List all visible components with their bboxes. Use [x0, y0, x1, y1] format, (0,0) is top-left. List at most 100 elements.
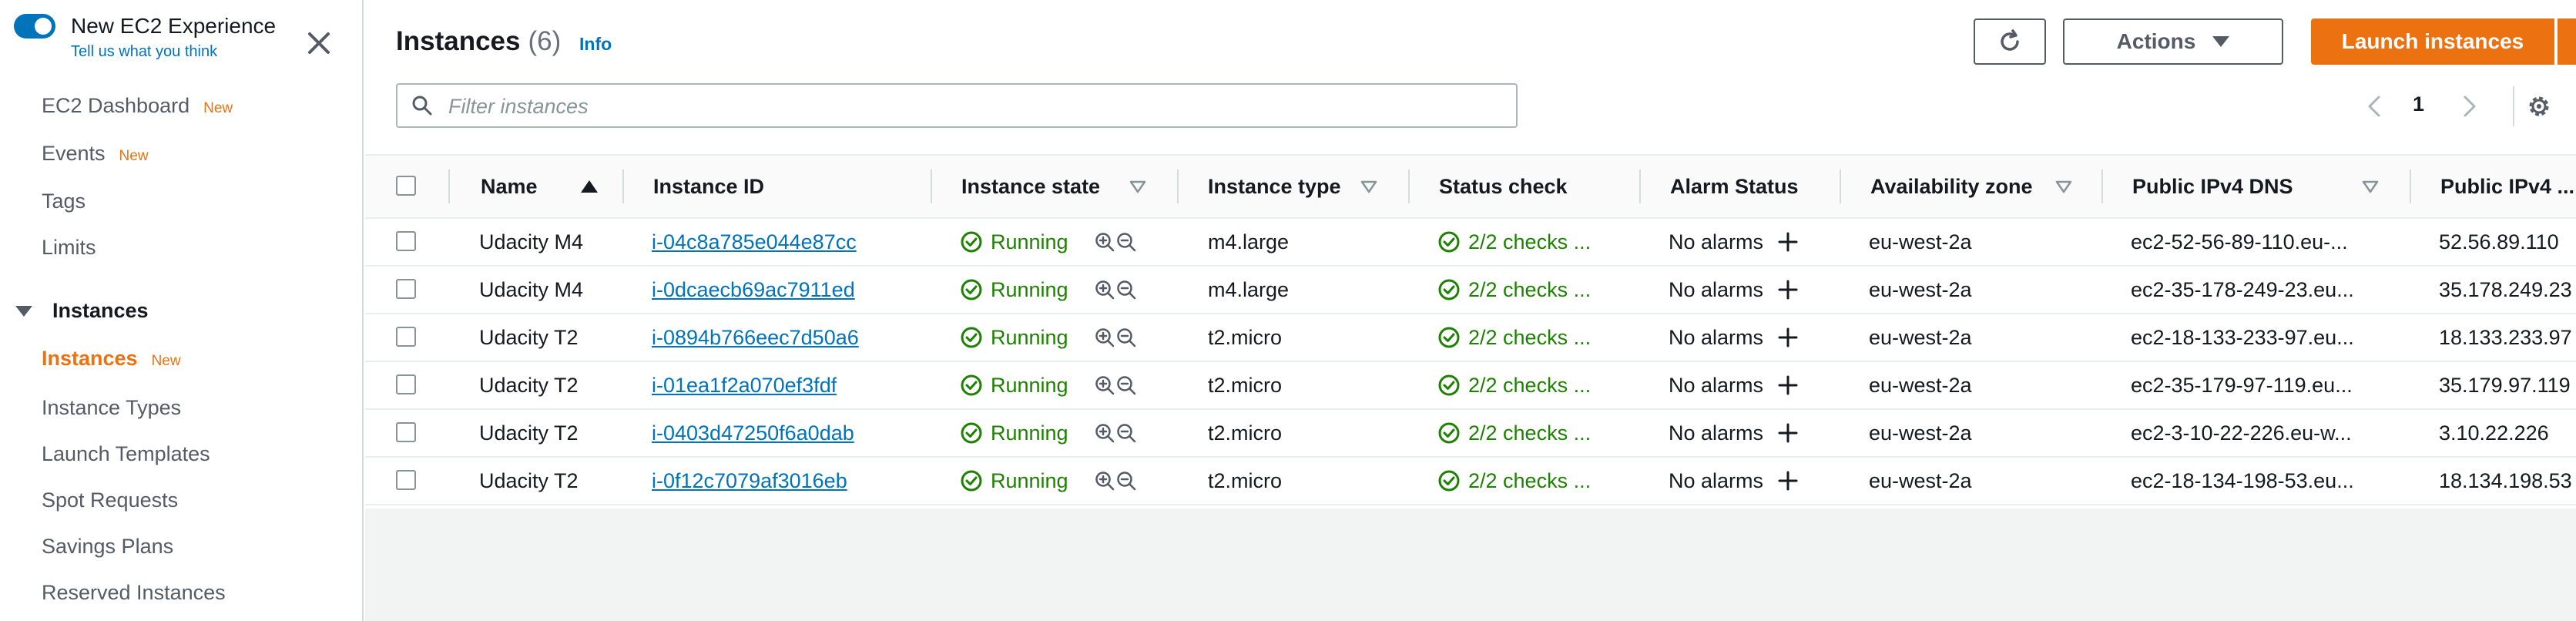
- row-checkbox[interactable]: [396, 327, 416, 347]
- sidebar-item-savings-plans[interactable]: Savings Plans: [42, 535, 173, 559]
- status-check[interactable]: 2/2 checks ...: [1437, 362, 1591, 408]
- column-header-instance-type[interactable]: Instance type: [1208, 156, 1341, 217]
- table-row[interactable]: Udacity T2 i-01ea1f2a070ef3fdf Running t2.m…: [365, 362, 2576, 410]
- column-label: Instance type: [1208, 174, 1341, 198]
- zoom-out-icon[interactable]: [1115, 422, 1137, 444]
- zoom-out-icon[interactable]: [1115, 231, 1137, 253]
- plus-icon[interactable]: [1777, 279, 1799, 300]
- row-checkbox[interactable]: [396, 374, 416, 394]
- sort-icon[interactable]: [2362, 180, 2379, 194]
- previous-page-icon[interactable]: [2360, 91, 2391, 122]
- status-check[interactable]: 2/2 checks ...: [1437, 219, 1591, 265]
- public-ipv4-dns: ec2-35-179-97-119.eu...: [2131, 373, 2353, 397]
- instance-id-link[interactable]: i-01ea1f2a070ef3fdf: [652, 374, 837, 398]
- status-check[interactable]: 2/2 checks ...: [1437, 314, 1591, 361]
- column-header-name[interactable]: Name: [481, 156, 598, 217]
- sort-icon[interactable]: [1129, 180, 1146, 194]
- plus-icon[interactable]: [1777, 231, 1799, 253]
- sidebar: New EC2 Experience Tell us what you thin…: [0, 0, 364, 621]
- zoom-out-icon[interactable]: [1115, 470, 1137, 492]
- zoom-in-icon[interactable]: [1094, 279, 1115, 300]
- filter-input[interactable]: [447, 91, 1498, 122]
- sidebar-item-instance-types[interactable]: Instance Types: [42, 396, 181, 420]
- sidebar-item-tags[interactable]: Tags: [42, 190, 86, 213]
- plus-icon[interactable]: [1777, 422, 1799, 444]
- instance-id-link[interactable]: i-0dcaecb69ac7911ed: [652, 278, 855, 302]
- current-page[interactable]: 1: [2413, 92, 2424, 116]
- new-experience-toggle[interactable]: [14, 14, 55, 39]
- zoom-in-icon[interactable]: [1094, 470, 1115, 492]
- instance-id-link[interactable]: i-04c8a785e044e87cc: [652, 230, 857, 254]
- zoom-in-icon[interactable]: [1094, 422, 1115, 444]
- public-ipv4-address: 35.178.249.23: [2439, 277, 2572, 301]
- sidebar-item-reserved-instances[interactable]: Reserved Instances: [42, 581, 226, 605]
- public-ipv4-dns: ec2-52-56-89-110.eu-...: [2131, 230, 2348, 253]
- launch-options-dropdown[interactable]: [2558, 18, 2576, 65]
- sidebar-item-launch-templates[interactable]: Launch Templates: [42, 442, 210, 466]
- column-label: Availability zone: [1870, 174, 2033, 198]
- instance-name: Udacity T2: [479, 325, 579, 349]
- instance-id-link[interactable]: i-0894b766eec7d50a6: [652, 326, 859, 350]
- sidebar-item-limits[interactable]: Limits: [42, 236, 96, 260]
- actions-dropdown-button[interactable]: Actions: [2063, 18, 2283, 65]
- table-row[interactable]: Udacity M4 i-0dcaecb69ac7911ed Running m4.l…: [365, 267, 2576, 314]
- column-header-instance-state[interactable]: Instance state: [961, 156, 1100, 217]
- column-label: Name: [481, 174, 538, 198]
- zoom-out-icon[interactable]: [1115, 327, 1137, 348]
- status-check[interactable]: 2/2 checks ...: [1437, 458, 1591, 504]
- status-check[interactable]: 2/2 checks ...: [1437, 267, 1591, 313]
- public-ipv4-address: 35.179.97.119: [2439, 373, 2571, 397]
- row-checkbox[interactable]: [396, 231, 416, 251]
- select-all-checkbox[interactable]: [396, 176, 416, 196]
- refresh-button[interactable]: [1974, 18, 2046, 65]
- public-ipv4-address: 3.10.22.226: [2439, 421, 2549, 445]
- gear-icon[interactable]: [2524, 91, 2554, 122]
- alarm-status: No alarms: [1669, 362, 1799, 408]
- sidebar-item-instances[interactable]: Instances New: [42, 347, 181, 371]
- check-circle-icon: [1438, 231, 1460, 253]
- column-header-public-ipv4[interactable]: Public IPv4 ...: [2440, 156, 2574, 217]
- zoom-in-icon[interactable]: [1094, 231, 1115, 253]
- table-row[interactable]: Udacity T2 i-0894b766eec7d50a6 Running t2.m…: [365, 314, 2576, 362]
- instance-state: Running: [960, 362, 1068, 408]
- zoom-in-icon[interactable]: [1094, 327, 1115, 348]
- divider: [2513, 86, 2514, 126]
- row-checkbox[interactable]: [396, 279, 416, 299]
- sidebar-item-spot-requests[interactable]: Spot Requests: [42, 488, 178, 512]
- instance-id-link[interactable]: i-0403d47250f6a0dab: [652, 421, 854, 445]
- zoom-out-icon[interactable]: [1115, 279, 1137, 300]
- status-check-label: 2/2 checks ...: [1468, 468, 1592, 492]
- sidebar-item-ec2-dashboard[interactable]: EC2 Dashboard New: [42, 94, 233, 118]
- zoom-in-icon[interactable]: [1094, 374, 1115, 396]
- plus-icon[interactable]: [1777, 470, 1799, 492]
- column-header-alarm-status[interactable]: Alarm Status: [1670, 156, 1799, 217]
- actions-label: Actions: [2116, 29, 2196, 53]
- column-header-instance-id[interactable]: Instance ID: [653, 156, 764, 217]
- table-row[interactable]: Udacity T2 i-0403d47250f6a0dab Running t2.m…: [365, 410, 2576, 458]
- sort-icon[interactable]: [1360, 180, 1377, 194]
- table-row[interactable]: Udacity T2 i-0f12c7079af3016eb Running t2.m…: [365, 458, 2576, 505]
- plus-icon[interactable]: [1777, 327, 1799, 348]
- sidebar-item-events[interactable]: Events New: [42, 142, 149, 166]
- column-header-public-ipv4-dns[interactable]: Public IPv4 DNS: [2132, 156, 2293, 217]
- sort-icon[interactable]: [2055, 180, 2072, 194]
- next-page-icon[interactable]: [2453, 91, 2484, 122]
- zoom-out-icon[interactable]: [1115, 374, 1137, 396]
- table-row[interactable]: Udacity M4 i-04c8a785e044e87cc Running m4.l…: [365, 219, 2576, 267]
- public-ipv4-dns: ec2-18-134-198-53.eu...: [2131, 468, 2354, 492]
- info-link[interactable]: Info: [579, 34, 612, 55]
- sidebar-section-instances[interactable]: Instances: [15, 299, 149, 323]
- plus-icon[interactable]: [1777, 374, 1799, 396]
- feedback-link[interactable]: Tell us what you think: [71, 43, 217, 61]
- launch-instances-button[interactable]: Launch instances: [2311, 18, 2554, 65]
- status-check[interactable]: 2/2 checks ...: [1437, 410, 1591, 456]
- close-icon[interactable]: [302, 26, 336, 60]
- instance-state: Running: [960, 314, 1068, 361]
- instance-state: Running: [960, 410, 1068, 456]
- row-checkbox[interactable]: [396, 422, 416, 442]
- column-header-availability-zone[interactable]: Availability zone: [1870, 156, 2033, 217]
- public-ipv4-address: 18.134.198.53: [2439, 468, 2572, 492]
- instance-id-link[interactable]: i-0f12c7079af3016eb: [652, 469, 847, 493]
- column-header-status-check[interactable]: Status check: [1439, 156, 1568, 217]
- row-checkbox[interactable]: [396, 470, 416, 490]
